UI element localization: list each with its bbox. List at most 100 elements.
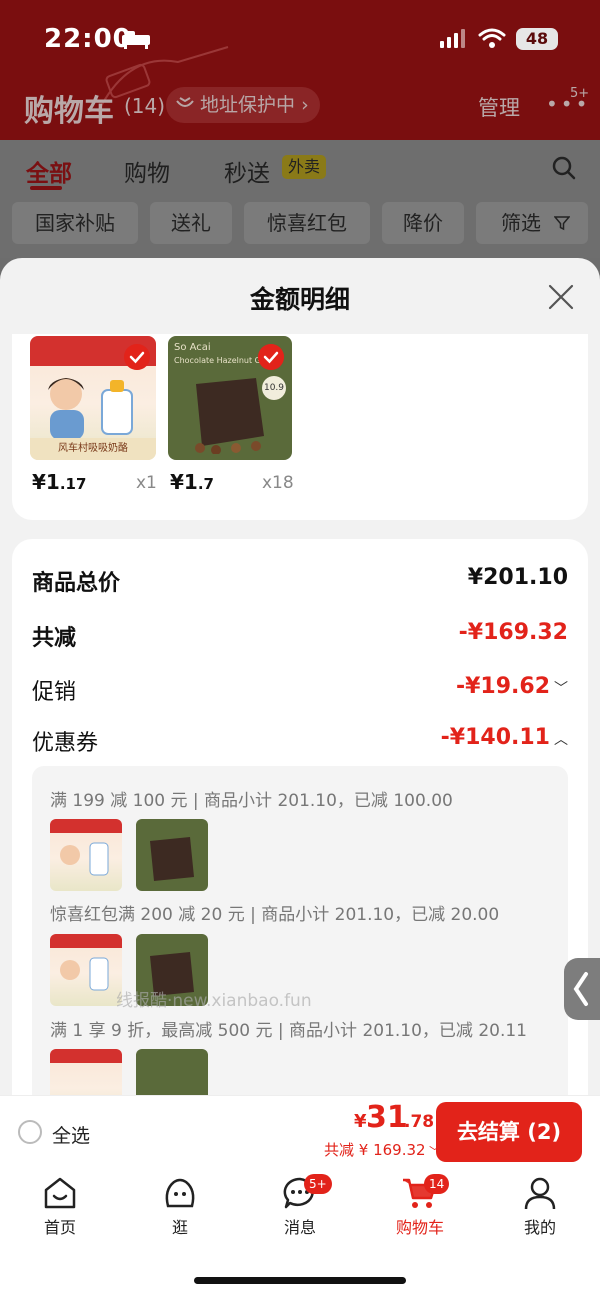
product-price-cheese: ¥1.17 — [32, 470, 86, 494]
filter-gift[interactable]: 送礼 — [150, 202, 232, 244]
filter-more[interactable]: 筛选 — [476, 202, 588, 244]
chevron-right-icon: › — [301, 94, 309, 116]
address-protection-button[interactable]: 地址保护中 › — [166, 87, 320, 123]
sleep-mode-icon — [122, 31, 150, 49]
granola-bag-icon — [150, 837, 194, 881]
status-time: 22:00 — [44, 24, 132, 54]
profile-icon — [524, 1177, 556, 1210]
manage-button[interactable]: 管理 — [478, 92, 520, 122]
coupon-label: 优惠券 — [32, 731, 99, 756]
battery-indicator: 48 — [516, 28, 558, 50]
select-all-label[interactable]: 全选 — [52, 1121, 90, 1148]
filter-national-subsidy[interactable]: 国家补贴 — [12, 202, 138, 244]
select-all-radio[interactable] — [18, 1120, 42, 1144]
goods-total-value: ¥201.10 — [467, 565, 568, 590]
cart-count: (14) — [124, 94, 166, 118]
cellular-signal-icon — [440, 29, 465, 48]
coupon-value: -¥140.11 — [440, 725, 550, 750]
product-qty-cheese: x1 — [136, 473, 157, 493]
coupon-line-3: 满 1 享 9 折，最高减 500 元 | 商品小计 201.10，已减 20.… — [50, 1021, 527, 1041]
coupon-row-toggle[interactable]: -¥140.11 ︿ — [441, 725, 568, 750]
promotion-label: 促销 — [32, 680, 77, 705]
nav-profile[interactable]: 我的 — [500, 1176, 580, 1238]
wifi-icon — [478, 28, 506, 48]
checkout-button[interactable]: 去结算 (2) — [436, 1102, 582, 1162]
search-icon[interactable] — [552, 156, 576, 180]
nav-home[interactable]: 首页 — [20, 1176, 100, 1238]
thumb-banner — [50, 934, 122, 948]
tab-instant-delivery[interactable]: 秒送 — [224, 154, 270, 188]
product-strip: 风车村吸吸奶酪 ¥1.17 x1 So Acai Chocolate Hazel… — [12, 334, 588, 520]
nav-profile-label: 我的 — [523, 1218, 556, 1237]
nav-cart[interactable]: 14 购物车 — [380, 1174, 460, 1238]
close-icon[interactable] — [546, 282, 576, 312]
coupon-thumb-cheese — [50, 819, 122, 891]
price-breakdown-card: 商品总价 ¥201.10 共减 -¥169.32 促销 -¥19.62 ﹀ 优惠券… — [12, 539, 588, 1095]
checked-icon — [124, 344, 150, 370]
takeout-badge: 外卖 — [282, 155, 326, 179]
coupon-line-1: 满 199 减 100 元 | 商品小计 201.10，已减 100.00 — [50, 791, 453, 811]
nav-explore[interactable]: 逛 — [140, 1176, 220, 1238]
cheese-pouch-icon — [101, 380, 133, 435]
chevron-up-icon: ︿ — [554, 732, 568, 748]
messages-badge: 5+ — [304, 1174, 332, 1194]
product-thumb-cheese[interactable]: 风车村吸吸奶酪 — [30, 336, 156, 460]
side-drawer-handle[interactable] — [564, 958, 600, 1020]
coupon-thumb-granola — [136, 1049, 208, 1095]
nav-home-label: 首页 — [43, 1218, 76, 1237]
page-title: 购物车 — [24, 94, 114, 129]
granola-bag-icon — [195, 378, 264, 454]
thumb-banner — [50, 1049, 122, 1063]
product-thumb-granola[interactable]: So Acai Chocolate Hazelnut Granola 10.9 — [168, 336, 292, 460]
home-icon — [44, 1177, 76, 1209]
price-tag-icon: 10.9 — [262, 376, 286, 400]
promotion-row-toggle[interactable]: -¥19.62 ﹀ — [456, 674, 568, 699]
sheet-title: 金额明细 — [249, 285, 350, 314]
coupon-thumb-granola — [136, 819, 208, 891]
nav-messages-label: 消息 — [283, 1218, 316, 1237]
tab-active-indicator — [30, 186, 62, 190]
cart-badge: 14 — [424, 1174, 450, 1194]
more-badge: 5+ — [570, 86, 590, 101]
price-dec: .7 — [197, 475, 214, 493]
checked-icon — [258, 344, 284, 370]
thumb-brand: So Acai — [174, 342, 211, 353]
thumb-caption: 风车村吸吸奶酪 — [30, 438, 156, 460]
amount-detail-sheet: 金额明细 风车村吸吸奶酪 ¥1.17 x1 So Acai Chocolate … — [0, 258, 600, 1095]
total-saved-text: 共减 ¥ 169.32 — [324, 1141, 426, 1159]
thumb-banner — [50, 819, 122, 833]
total-currency: ¥ — [354, 1111, 367, 1132]
shield-icon — [176, 97, 194, 107]
total-discount-value: -¥169.32 — [458, 620, 568, 645]
total-discount-label: 共减 — [32, 626, 77, 651]
tab-shopping[interactable]: 购物 — [124, 154, 170, 188]
price-int: ¥1 — [170, 470, 198, 494]
coupon-thumb-cheese — [50, 1049, 122, 1095]
explore-icon — [165, 1178, 195, 1208]
coupon-line-2: 惊喜红包满 200 减 20 元 | 商品小计 201.10，已减 20.00 — [50, 905, 500, 925]
nav-messages[interactable]: 5+ 消息 — [260, 1174, 340, 1238]
price-dec: .17 — [59, 475, 87, 493]
product-price-granola: ¥1.7 — [170, 470, 214, 494]
total-decimal: .78 — [404, 1112, 435, 1132]
filter-surprise-redpacket[interactable]: 惊喜红包 — [244, 202, 370, 244]
cheese-pouch-icon — [60, 842, 109, 876]
coupon-detail-box: 满 199 减 100 元 | 商品小计 201.10，已减 100.00 惊喜… — [32, 766, 568, 1095]
chevron-left-icon — [573, 972, 588, 1006]
filter-icon — [554, 216, 570, 231]
coupon-thumb-cheese — [50, 934, 122, 1006]
total-integer: 31 — [366, 1100, 408, 1135]
cheese-pouch-icon — [60, 957, 109, 991]
goods-total-label: 商品总价 — [32, 571, 121, 596]
child-image-icon — [48, 378, 84, 440]
home-indicator — [194, 1277, 406, 1284]
nav-explore-label: 逛 — [171, 1218, 188, 1237]
nav-cart-label: 购物车 — [395, 1218, 444, 1237]
watermark: 线报酷·new.xianbao.fun — [116, 991, 312, 1011]
filter-price-drop[interactable]: 降价 — [382, 202, 464, 244]
price-int: ¥1 — [32, 470, 60, 494]
total-saved-toggle[interactable]: 共减 ¥ 169.32 ﹀ — [324, 1139, 440, 1160]
tab-all[interactable]: 全部 — [26, 154, 72, 188]
product-qty-granola: x18 — [262, 473, 294, 493]
chevron-down-icon: ﹀ — [554, 681, 568, 697]
